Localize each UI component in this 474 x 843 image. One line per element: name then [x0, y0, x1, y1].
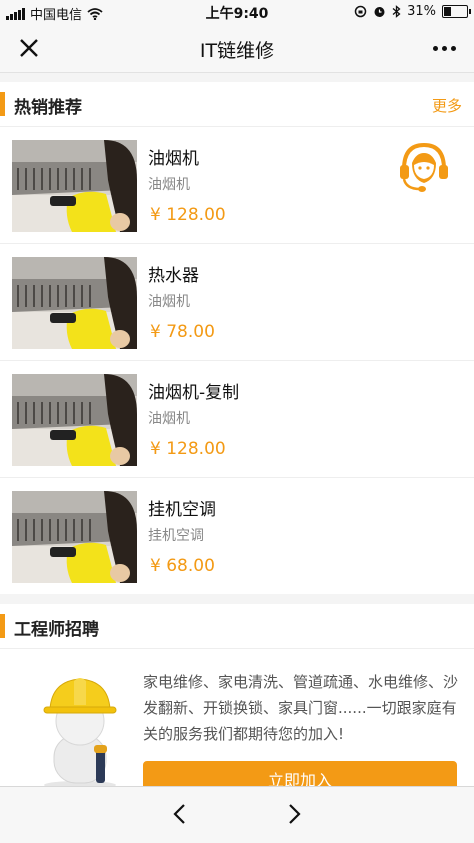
product-thumbnail: [12, 140, 137, 232]
bluetooth-icon: [392, 5, 401, 18]
recruit-body: 家电维修、家电清洗、管道疏通、水电维修、沙发翻新、开锁换锁、家具门窗......…: [0, 649, 474, 801]
product-category: 油烟机: [148, 177, 190, 193]
product-image[interactable]: [12, 257, 137, 349]
customer-service-icon[interactable]: [396, 139, 452, 195]
recruit-section: 工程师招聘 家电维修、家电清洗、管道疏通、水电维修、沙发翻新、开锁换锁、家具门窗…: [0, 604, 474, 801]
recruit-section-title: 工程师招聘: [14, 620, 99, 640]
product-image[interactable]: [12, 140, 137, 232]
recruit-description: 家电维修、家电清洗、管道疏通、水电维修、沙发翻新、开锁换锁、家具门窗......…: [143, 673, 459, 743]
status-right: 31%: [354, 4, 471, 19]
battery-icon: [442, 5, 471, 18]
bottom-toolbar: [0, 786, 474, 843]
product-category: 油烟机: [148, 294, 190, 310]
product-list: 油烟机 油烟机 ¥ 128.00 热水器 油烟机 ¥ 78.00 油烟机-复制 …: [0, 127, 474, 594]
rotation-lock-icon: [354, 5, 367, 18]
product-item[interactable]: 挂机空调 挂机空调 ¥ 68.00: [0, 478, 474, 594]
worker-illustration: [43, 678, 117, 789]
status-bar: 中国电信 上午9:40 31%: [0, 0, 474, 24]
product-name: 挂机空调: [148, 500, 216, 520]
chevron-right-icon[interactable]: [279, 799, 309, 829]
page-title: IT链维修: [199, 40, 275, 62]
battery-percent: 31%: [407, 4, 436, 19]
more-link[interactable]: 更多: [432, 95, 462, 116]
product-category: 油烟机: [148, 411, 190, 427]
product-item[interactable]: 油烟机-复制 油烟机 ¥ 128.00: [0, 361, 474, 478]
product-image[interactable]: [12, 374, 137, 466]
hot-section-header: 热销推荐 更多: [0, 82, 474, 127]
alarm-icon: [374, 7, 385, 17]
battery-fill: [444, 7, 451, 16]
product-image[interactable]: [12, 491, 137, 583]
product-name: 热水器: [148, 266, 199, 286]
recruit-section-header: 工程师招聘: [0, 604, 474, 649]
product-category: 挂机空调: [148, 528, 204, 544]
product-price: ¥ 128.00: [150, 439, 226, 459]
section-accent-bar: [0, 614, 5, 638]
product-thumbnail: [12, 491, 137, 583]
hot-section: 热销推荐 更多 油烟机 油烟机 ¥ 128.00 热水器 油烟机 ¥ 78.00…: [0, 82, 474, 594]
chevron-left-icon[interactable]: [165, 799, 195, 829]
more-icon[interactable]: [428, 34, 460, 62]
product-price: ¥ 78.00: [150, 322, 215, 342]
product-name: 油烟机-复制: [148, 383, 240, 403]
product-price: ¥ 128.00: [150, 205, 226, 225]
product-name: 油烟机: [148, 149, 199, 169]
product-thumbnail: [12, 374, 137, 466]
product-thumbnail: [12, 257, 137, 349]
product-item[interactable]: 油烟机 油烟机 ¥ 128.00: [0, 127, 474, 244]
hot-section-title: 热销推荐: [14, 98, 82, 118]
product-price: ¥ 68.00: [150, 556, 215, 576]
nav-bar: IT链维修: [0, 24, 474, 73]
product-item[interactable]: 热水器 油烟机 ¥ 78.00: [0, 244, 474, 361]
section-accent-bar: [0, 92, 5, 116]
